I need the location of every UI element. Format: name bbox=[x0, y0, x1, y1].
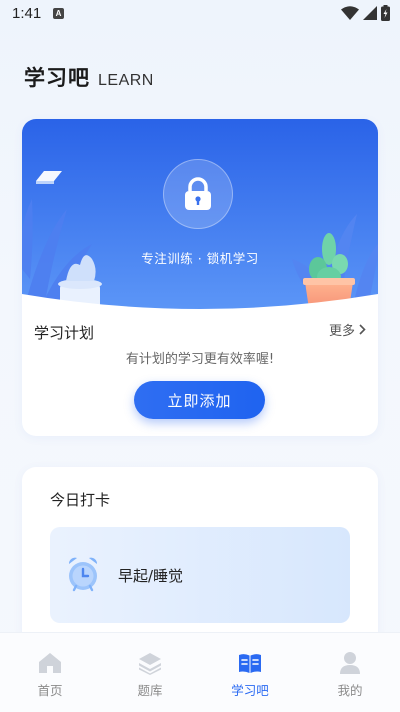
page-title: 学习吧 bbox=[24, 66, 90, 90]
add-plan-button[interactable]: 立即添加 bbox=[134, 381, 265, 419]
tab-home-label: 首页 bbox=[37, 683, 63, 698]
checkin-title: 今日打卡 bbox=[50, 491, 111, 509]
chevron-right-icon bbox=[359, 324, 366, 335]
banner-caption: 专注训练 · 锁机学习 bbox=[141, 251, 259, 266]
more-label: 更多 bbox=[328, 324, 355, 339]
battery-icon bbox=[381, 5, 390, 21]
tab-mine[interactable]: 我的 bbox=[300, 633, 400, 712]
status-time: 1:41 bbox=[12, 5, 42, 22]
wifi-icon bbox=[341, 6, 359, 20]
lock-button[interactable] bbox=[163, 159, 233, 229]
book-icon bbox=[239, 654, 261, 673]
checkin-item-wake-sleep[interactable]: 早起/睡觉 bbox=[50, 527, 350, 623]
page-subtitle: LEARN bbox=[98, 72, 154, 89]
checkin-card: 今日打卡 早起/睡觉 bbox=[22, 467, 378, 647]
page-header: 学习吧 LEARN bbox=[24, 62, 154, 92]
notification-badge: A bbox=[53, 8, 64, 19]
lock-icon bbox=[185, 177, 211, 210]
layers-icon bbox=[139, 653, 161, 675]
tab-learn[interactable]: 学习吧 bbox=[200, 633, 300, 712]
alarm-clock-icon bbox=[68, 557, 98, 592]
checkin-item-label: 早起/睡觉 bbox=[118, 567, 184, 585]
status-bar: 1:41 A bbox=[0, 0, 400, 28]
signal-icon bbox=[363, 6, 377, 20]
tab-home[interactable]: 首页 bbox=[0, 633, 100, 712]
more-link[interactable]: 更多 bbox=[329, 320, 366, 339]
tab-question-bank[interactable]: 题库 bbox=[100, 633, 200, 712]
bottom-tab-bar: 首页 题库 学习吧 我的 bbox=[0, 632, 400, 712]
tab-question-bank-label: 题库 bbox=[137, 683, 163, 698]
study-plan-title: 学习计划 bbox=[34, 324, 95, 342]
tab-learn-label: 学习吧 bbox=[231, 683, 269, 698]
user-icon bbox=[340, 652, 360, 674]
home-icon bbox=[39, 653, 61, 673]
status-icons bbox=[341, 5, 390, 21]
tab-mine-label: 我的 bbox=[337, 683, 363, 698]
study-plan-description: 有计划的学习更有效率喔! bbox=[125, 352, 275, 367]
study-plan-card: 专注训练 · 锁机学习 学习计划 更多 有计划的学习更有效率喔! 立即添加 bbox=[22, 119, 378, 436]
